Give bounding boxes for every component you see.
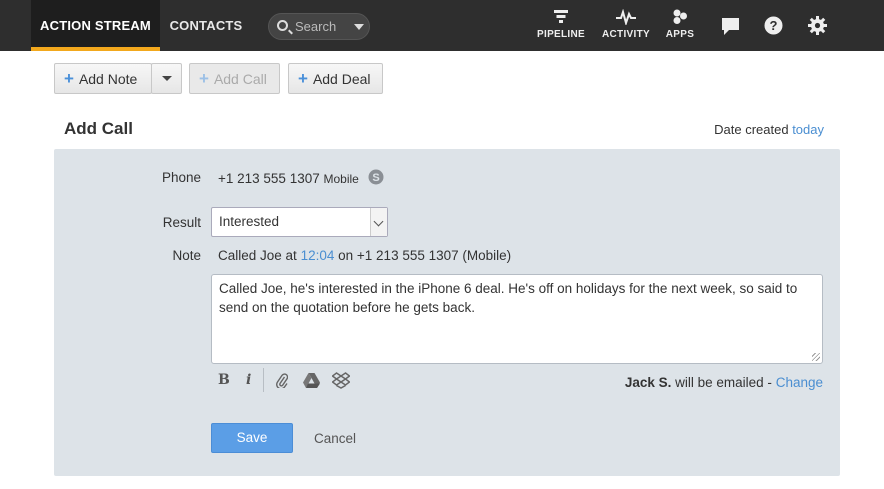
result-label: Result [162,215,201,230]
result-select[interactable]: Interested [211,207,388,237]
add-note-label: Add Note [78,71,138,87]
add-note-button[interactable]: + Add Note [54,63,152,94]
bold-button[interactable]: B [218,372,230,390]
svg-text:S: S [372,172,379,184]
email-user: Jack S. [624,375,672,390]
search-placeholder: Search [295,19,337,34]
pipeline-icon [534,9,588,29]
help-icon[interactable]: ? [764,16,783,35]
nav-apps[interactable]: APPS [662,9,698,40]
attachment-icon[interactable] [276,373,289,391]
chevron-down-icon [370,208,387,236]
skype-icon[interactable]: S [368,169,384,185]
svg-text:?: ? [770,18,778,33]
email-notification: Jack S. will be emailed - Change [625,375,823,390]
nav-pipeline[interactable]: PIPELINE [534,9,588,40]
note-textarea[interactable]: Called Joe, he's interested in the iPhon… [211,274,823,364]
note-suffix: on +1 213 555 1307 (Mobile) [338,248,512,263]
phone-type: Mobile [323,172,359,186]
phone-value: +1 213 555 1307 Mobile [218,171,359,186]
note-summary: Called Joe at 12:04 on +1 213 555 1307 (… [218,248,511,263]
add-call-button[interactable]: + Add Call [189,63,280,94]
phone-label: Phone [161,170,201,185]
plus-icon: + [64,69,74,88]
tab-contacts[interactable]: CONTACTS [160,0,252,51]
nav-activity[interactable]: ACTIVITY [599,8,653,40]
nav-apps-label: APPS [665,29,695,40]
gear-icon[interactable] [808,16,827,35]
dropbox-icon[interactable] [331,372,351,390]
add-deal-label: Add Deal [312,71,371,87]
top-navigation-bar: ACTION STREAM CONTACTS Search PIPELINE A… [0,0,884,51]
note-label: Note [172,248,201,263]
chat-icon[interactable] [721,17,740,36]
chevron-down-icon[interactable] [354,24,364,30]
date-created-link[interactable]: today [792,122,824,137]
phone-number: +1 213 555 1307 [218,171,320,186]
note-text: Called Joe, he's interested in the iPhon… [219,281,798,315]
cancel-button[interactable]: Cancel [314,431,356,446]
italic-button[interactable]: i [246,372,251,390]
toolbar-divider [263,368,264,392]
nav-pipeline-label: PIPELINE [537,29,585,40]
search-box[interactable]: Search [268,13,370,40]
note-prefix: Called Joe at [218,248,297,263]
add-call-label: Add Call [213,71,267,87]
email-text: will be emailed - [675,375,772,390]
plus-icon: + [199,69,209,88]
note-time-link[interactable]: 12:04 [301,248,335,263]
google-drive-icon[interactable] [303,373,320,391]
nav-activity-label: ACTIVITY [602,29,650,40]
change-email-link[interactable]: Change [776,375,823,390]
tab-action-stream[interactable]: ACTION STREAM [31,0,160,51]
page-title: Add Call [64,119,133,138]
plus-icon: + [298,69,308,88]
add-note-dropdown-button[interactable] [151,63,182,94]
caret-down-icon [162,76,172,81]
add-deal-button[interactable]: + Add Deal [288,63,383,94]
date-created-label: Date created [714,122,789,137]
search-icon [277,20,288,31]
date-created: Date created today [714,122,824,137]
save-button[interactable]: Save [211,423,293,453]
result-selected-value: Interested [219,214,280,229]
apps-icon [662,9,698,29]
activity-icon [599,8,653,29]
resize-handle-icon[interactable] [812,353,820,361]
